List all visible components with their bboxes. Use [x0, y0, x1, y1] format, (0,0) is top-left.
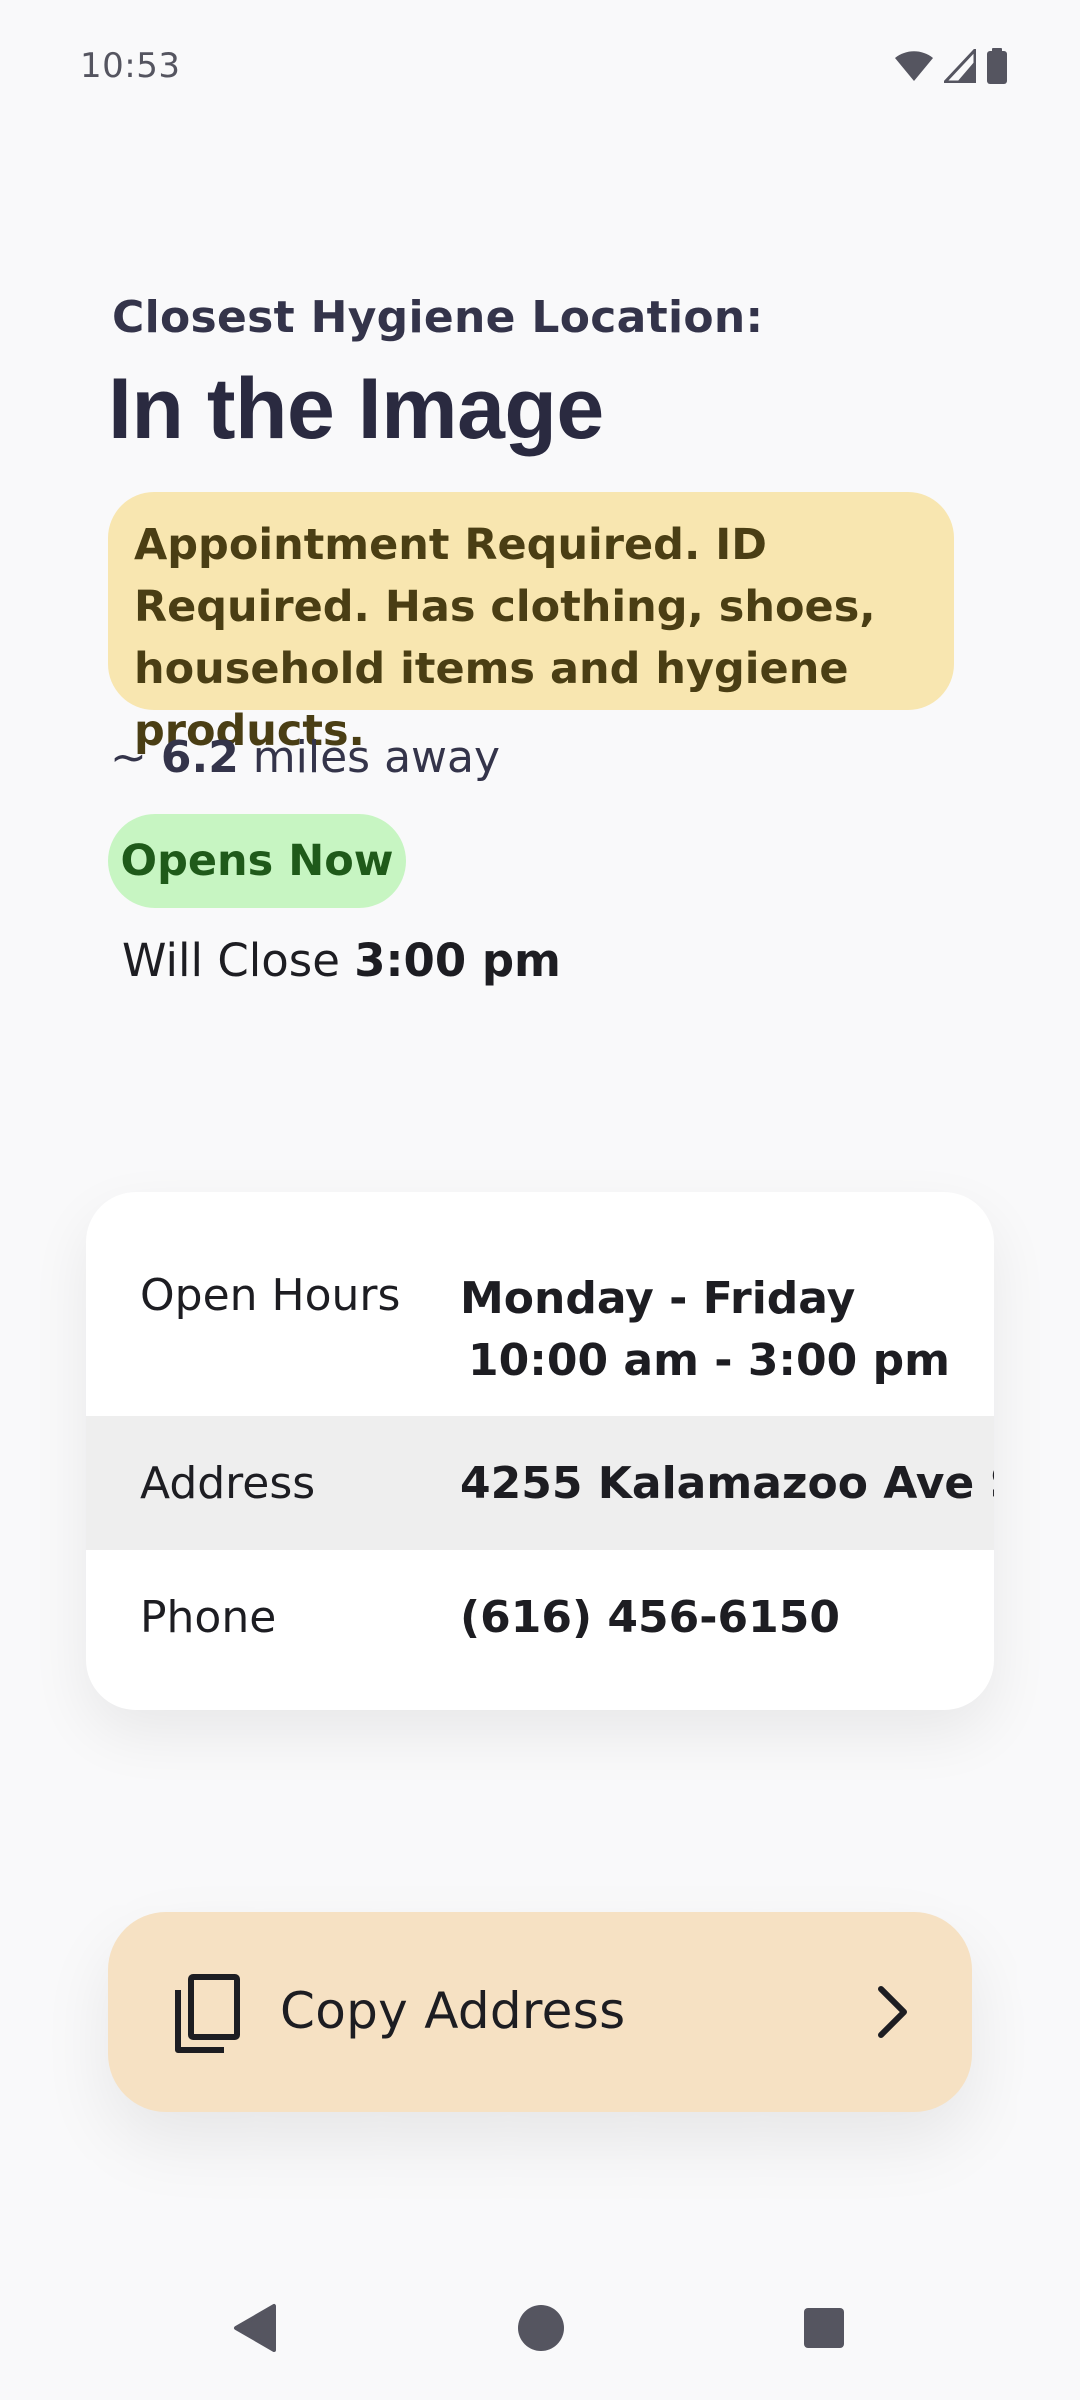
cellular-signal-icon: [944, 49, 976, 83]
requirements-notice: Appointment Required. ID Required. Has c…: [108, 492, 954, 756]
distance-value: 6.2: [160, 732, 239, 783]
distance-text: ~ 6.2 miles away: [110, 732, 500, 783]
closing-time-text: Will Close 3:00 pm: [122, 934, 561, 987]
address-label: Address: [140, 1458, 316, 1509]
back-icon[interactable]: [232, 2302, 278, 2358]
copy-address-button[interactable]: Copy Address: [108, 1912, 972, 2112]
hours-days: Monday - Friday: [460, 1273, 856, 1324]
open-status-badge: Opens Now: [108, 814, 406, 908]
close-prefix: Will Close: [122, 934, 355, 987]
info-row-hours: Open Hours Monday - Friday 10:00 am - 3:…: [86, 1192, 994, 1416]
phone-value[interactable]: (616) 456-6150: [460, 1592, 840, 1643]
info-row-address: Address 4255 Kalamazoo Ave SE: [86, 1416, 994, 1550]
location-subtitle: Closest Hygiene Location:: [112, 292, 764, 343]
info-row-phone[interactable]: Phone (616) 456-6150: [86, 1550, 994, 1710]
home-icon[interactable]: [516, 2302, 566, 2358]
status-icons: [894, 48, 1008, 84]
hours-label: Open Hours: [140, 1270, 401, 1321]
battery-icon: [986, 48, 1008, 84]
distance-suffix: miles away: [238, 732, 501, 783]
hours-times: 10:00 am - 3:00 pm: [468, 1335, 950, 1386]
hours-value: Monday - Friday 10:00 am - 3:00 pm: [460, 1268, 950, 1392]
recent-apps-icon[interactable]: [802, 2302, 846, 2358]
status-time: 10:53: [80, 46, 181, 86]
system-navigation-bar: [0, 2272, 1080, 2400]
copy-address-label: Copy Address: [280, 1982, 626, 2040]
location-title: In the Image: [108, 361, 604, 457]
address-value: 4255 Kalamazoo Ave SE: [460, 1458, 994, 1509]
chevron-right-icon: [876, 1984, 910, 2044]
copy-icon: [172, 1974, 242, 2058]
open-status-label: Opens Now: [120, 836, 394, 886]
distance-prefix: ~: [110, 732, 161, 783]
wifi-icon: [894, 49, 934, 83]
location-info-card: Open Hours Monday - Friday 10:00 am - 3:…: [86, 1192, 994, 1710]
status-bar: 10:53: [0, 0, 1080, 136]
phone-label: Phone: [140, 1592, 277, 1643]
close-time: 3:00 pm: [354, 934, 561, 987]
